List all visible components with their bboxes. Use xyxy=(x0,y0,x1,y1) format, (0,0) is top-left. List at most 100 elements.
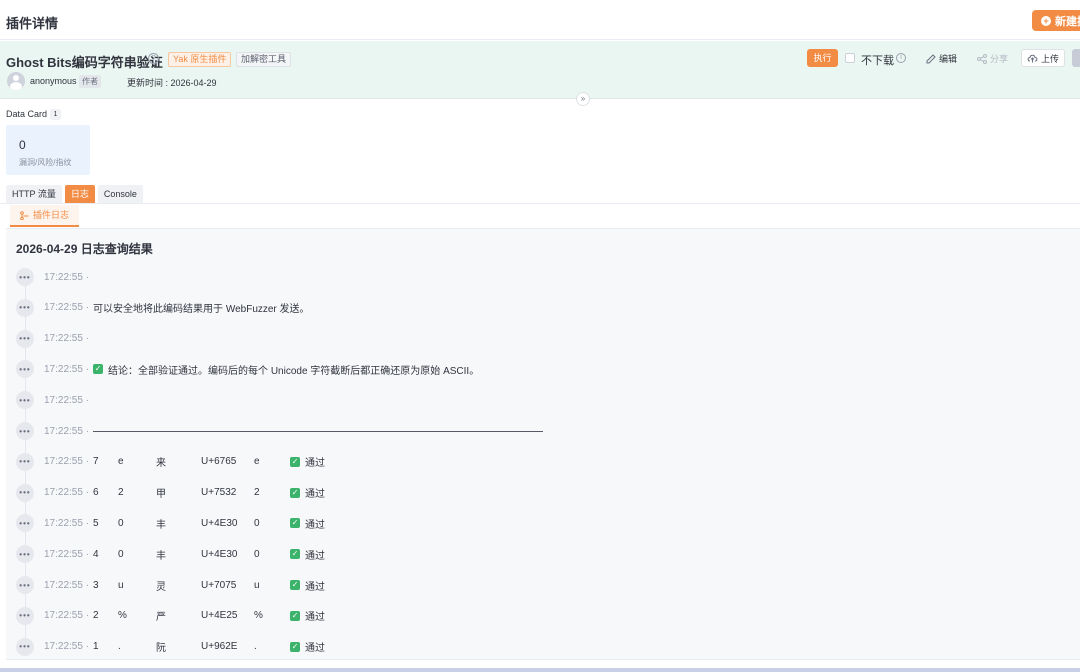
log-col-decoded: 0 xyxy=(254,548,260,560)
log-col-codepoint: U+4E25 xyxy=(201,610,238,622)
author-name[interactable]: anonymous xyxy=(30,76,77,86)
log-divider-line xyxy=(93,430,544,432)
log-col-encoded-char: 甲 xyxy=(156,489,167,501)
log-row: ••• 17:22:55 · 可以安全地将此编码结果用于 WebFuzzer 发送。 xyxy=(16,298,310,318)
log-time: 17:22:55 · xyxy=(44,579,90,591)
checkmark-icon: ✓ xyxy=(290,549,301,560)
data-card-desc: 漏洞/风险/指纹 xyxy=(19,158,72,167)
new-plugin-button[interactable]: + 新建插 xyxy=(1032,10,1080,31)
share-icon xyxy=(977,53,987,64)
log-time: 17:22:55 · xyxy=(44,394,90,406)
data-card-value: 0 xyxy=(19,138,26,152)
log-title: 2026-04-29 日志查询结果 xyxy=(16,242,153,256)
data-card[interactable]: 0 漏洞/风险/指纹 xyxy=(6,125,90,175)
log-col-codepoint: U+7075 xyxy=(201,579,237,591)
ellipsis-icon[interactable]: ••• xyxy=(16,452,34,471)
log-row: ••• 17:22:55 · 7 e 来 U+6765 e ✓ 通过 xyxy=(16,452,325,472)
no-download-label[interactable]: 不下载 xyxy=(861,52,894,68)
log-table-row: 6 2 甲 U+7532 2 ✓ 通过 xyxy=(93,485,325,500)
plus-icon: + xyxy=(1041,15,1051,26)
log-col-ascii: 0 xyxy=(118,548,124,560)
log-row: ••• 17:22:55 · 6 2 甲 U+7532 2 ✓ 通过 xyxy=(16,483,325,503)
ellipsis-icon[interactable]: ••• xyxy=(16,298,34,317)
log-col-ascii: e xyxy=(118,456,124,468)
checkmark-icon: ✓ xyxy=(290,456,301,467)
log-col-ascii: . xyxy=(118,641,121,653)
more-button[interactable] xyxy=(1072,49,1080,67)
log-col-index: 6 xyxy=(93,487,99,499)
log-col-index: 1 xyxy=(93,641,99,653)
status-label: 通过 xyxy=(305,489,326,501)
data-card-count: 1 xyxy=(50,109,61,120)
chevron-down-icon[interactable]: » xyxy=(576,92,590,106)
checkmark-icon: ✓ xyxy=(290,487,301,498)
log-col-encoded-char: 严 xyxy=(156,612,167,624)
log-col-encoded-char: 阮 xyxy=(156,643,167,655)
ellipsis-icon[interactable]: ••• xyxy=(16,483,34,502)
log-message-text: 结论：全部验证通过。编码后的每个 Unicode 字符截断后都正确还原为原始 A… xyxy=(108,365,480,377)
tab-http-traffic[interactable]: HTTP 流量 xyxy=(6,185,62,203)
log-col-encoded-char: 来 xyxy=(156,458,167,470)
log-row: ••• 17:22:55 · xyxy=(16,421,544,441)
log-row: ••• 17:22:55 · 2% 严 U+4E25% ✓ 通过 xyxy=(16,606,325,626)
edit-button[interactable]: 编辑 xyxy=(926,52,957,65)
log-col-index: 3 xyxy=(93,579,99,591)
log-row: ••• 17:22:55 · 1. 阮 U+962E. ✓ 通过 xyxy=(16,637,325,657)
info-icon[interactable]: i xyxy=(896,53,906,63)
log-row: ••• 17:22:55 · 5 0 丰 U+4E30 0 ✓ 通过 xyxy=(16,513,325,533)
ellipsis-icon[interactable]: ••• xyxy=(16,576,34,594)
log-table-row: 4 0 丰 U+4E30 0 ✓ 通过 xyxy=(93,547,325,562)
log-time: 17:22:55 · xyxy=(44,333,90,345)
ellipsis-icon[interactable]: ••• xyxy=(16,329,34,348)
avatar xyxy=(7,72,25,90)
status-label: 通过 xyxy=(305,643,326,655)
execute-button[interactable]: 执行 xyxy=(807,49,838,67)
log-col-status: ✓ 通过 xyxy=(290,516,325,531)
ellipsis-icon[interactable]: ••• xyxy=(16,637,34,656)
plugin-name: Ghost Bits编码字符串验证 xyxy=(6,55,163,70)
log-col-decoded: 2 xyxy=(254,487,260,499)
branch-icon xyxy=(20,210,29,220)
new-plugin-label: 新建插 xyxy=(1055,15,1080,28)
log-col-status: ✓ 通过 xyxy=(290,639,325,654)
log-col-encoded-char: 丰 xyxy=(156,519,167,531)
status-label: 通过 xyxy=(305,458,326,470)
log-col-status: ✓ 通过 xyxy=(290,608,325,623)
upload-button[interactable]: 上传 xyxy=(1021,49,1065,67)
ellipsis-icon[interactable]: ••• xyxy=(16,514,34,533)
no-download-checkbox[interactable] xyxy=(845,53,855,63)
update-time: 更新时间 : 2026-04-29 xyxy=(127,78,217,88)
subtab-plugin-log[interactable]: 插件日志 xyxy=(10,205,80,227)
log-time: 17:22:55 · xyxy=(44,271,90,283)
log-col-ascii: % xyxy=(118,610,127,622)
ellipsis-icon[interactable]: ••• xyxy=(16,360,34,379)
log-col-decoded: % xyxy=(254,610,263,622)
log-time: 17:22:55 · xyxy=(44,487,90,499)
log-message: 可以安全地将此编码结果用于 WebFuzzer 发送。 xyxy=(93,300,310,315)
tab-console[interactable]: Console xyxy=(97,185,143,203)
log-col-index: 7 xyxy=(93,456,99,468)
log-row: ••• 17:22:55 · 4 0 丰 U+4E30 0 ✓ 通过 xyxy=(16,544,325,564)
ellipsis-icon[interactable]: ••• xyxy=(16,391,34,410)
status-label: 通过 xyxy=(305,519,326,531)
tag-yak-native: Yak 原生插件 xyxy=(168,52,232,67)
status-label: 通过 xyxy=(305,550,326,562)
log-table-row: 3 u 灵 U+7075 u ✓ 通过 xyxy=(93,578,325,593)
checkmark-icon: ✓ xyxy=(290,641,301,652)
share-button[interactable]: 分享 xyxy=(977,52,1008,65)
log-time: 17:22:55 · xyxy=(44,456,90,468)
log-row: ••• 17:22:55 · xyxy=(16,329,93,349)
checkmark-icon: ✓ xyxy=(93,364,104,375)
top-header: 插件详情 + 新建插 xyxy=(0,0,1080,40)
log-col-codepoint: U+962E xyxy=(201,641,238,653)
ellipsis-icon[interactable]: ••• xyxy=(16,545,34,564)
ellipsis-icon[interactable]: ••• xyxy=(16,422,34,440)
log-row: ••• 17:22:55 · ✓ 结论：全部验证通过。编码后的每个 Unicode 字… xyxy=(16,359,479,379)
ellipsis-icon[interactable]: ••• xyxy=(16,606,34,625)
log-col-encoded-char: 丰 xyxy=(156,550,167,562)
ellipsis-icon[interactable]: ••• xyxy=(16,268,34,286)
tab-divider xyxy=(0,203,1080,204)
log-message-text: 可以安全地将此编码结果用于 WebFuzzer 发送。 xyxy=(93,304,310,316)
tab-log[interactable]: 日志 xyxy=(64,185,95,203)
help-icon[interactable]: ? xyxy=(148,53,159,64)
